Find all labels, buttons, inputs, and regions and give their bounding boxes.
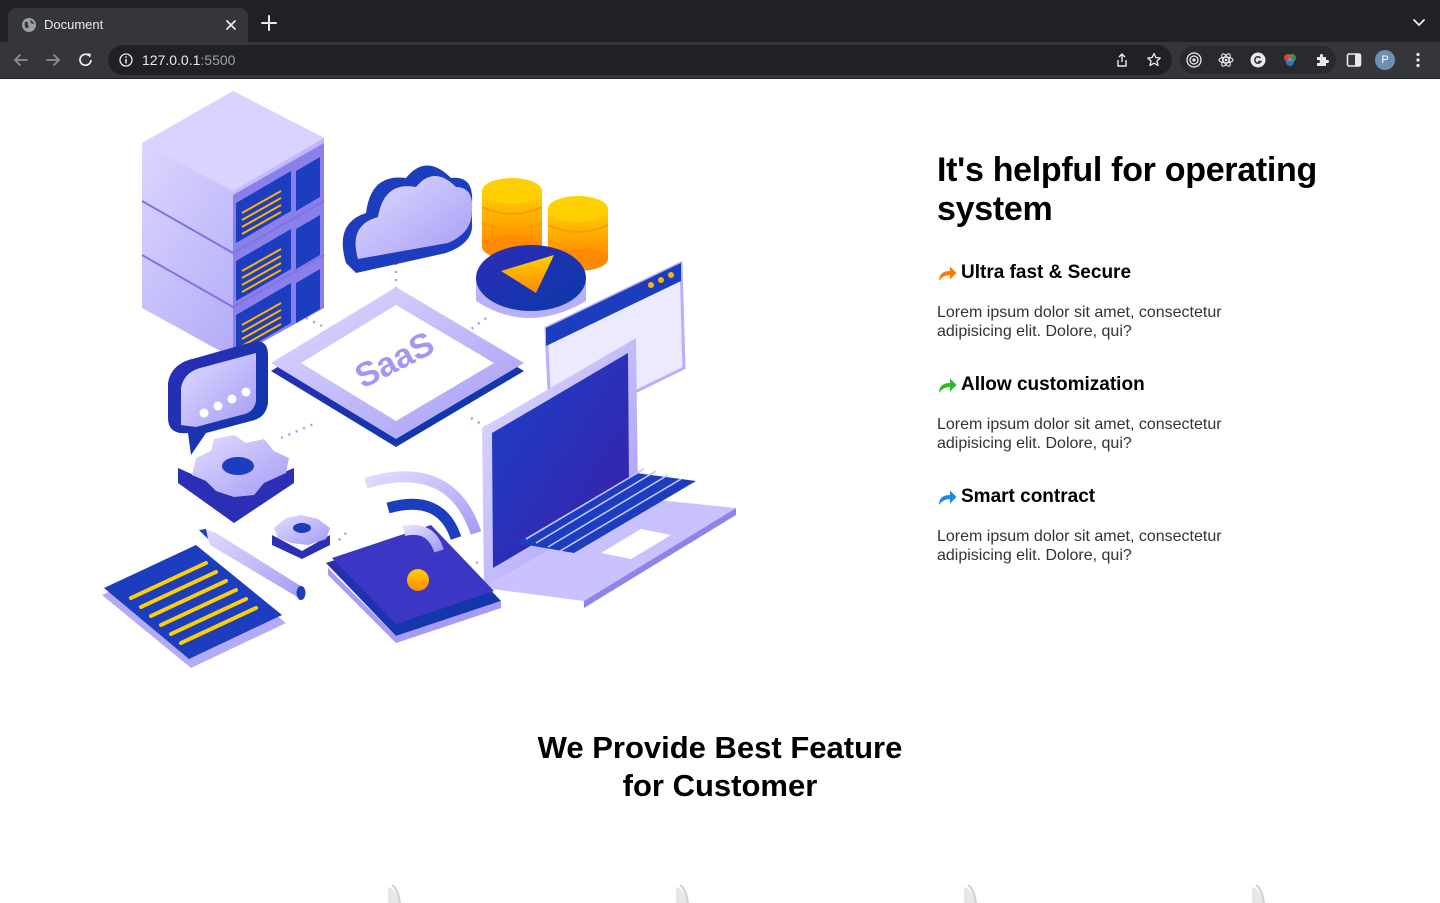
feature-item-ultra-fast: Ultra fast & Secure Lorem ipsum dolor si… [937,261,1337,341]
feature-heading: Ultra fast & Secure [937,261,1337,285]
feature-description: Lorem ipsum dolor sit amet, consectetur … [937,416,1222,452]
feature-item-customization: Allow customization Lorem ipsum dolor si… [937,373,1337,453]
feature-card-edge [388,884,401,903]
feature-title: Ultra fast & Secure [961,262,1132,283]
info-panel: It's helpful for operating system Ultra … [937,151,1337,565]
grammar-extension-icon[interactable] [1250,52,1266,68]
url-host: 127.0.0.1 [142,52,201,68]
reload-icon[interactable] [77,51,95,69]
forward-arrow-icon[interactable] [44,51,62,69]
color-picker-icon[interactable] [1282,52,1298,68]
info-icon[interactable] [119,53,133,67]
plus-icon[interactable] [260,14,278,32]
feature-card-edge [1252,884,1265,903]
curved-arrow-icon [939,266,957,281]
feature-description: Lorem ipsum dolor sit amet, consectetur … [937,528,1222,564]
feature-heading: Allow customization [937,373,1337,397]
feature-heading: Smart contract [937,485,1337,509]
address-bar[interactable]: 127.0.0.1:5500 [108,45,1172,75]
feature-item-smart-contract: Smart contract Lorem ipsum dolor sit ame… [937,485,1337,565]
feature-title: Allow customization [961,374,1145,395]
feature-card-edge [676,884,689,903]
puzzle-icon[interactable] [1314,52,1330,68]
avatar[interactable]: P [1375,50,1395,70]
back-arrow-icon[interactable] [12,51,30,69]
browser-toolbar: 127.0.0.1:5500 P [0,42,1440,79]
side-panel-icon[interactable] [1345,51,1363,69]
feature-card-edge [964,884,977,903]
feature-description: Lorem ipsum dolor sit amet, consectetur … [937,304,1222,340]
url-port: :5500 [200,52,236,68]
section-title-line-2: for Customer [622,768,818,803]
curved-arrow-icon [939,378,957,393]
tab-title: Document [44,17,104,32]
globe-icon [22,18,36,32]
url-text: 127.0.0.1:5500 [142,52,235,68]
kebab-menu-icon[interactable] [1409,51,1427,69]
page-content: SaaS It's helpful for operating system U… [0,79,1440,903]
curved-arrow-icon [939,490,957,505]
section-title: We Provide Best Feature for Customer [0,729,1440,805]
section-title-line-1: We Provide Best Feature [537,730,903,765]
star-icon[interactable] [1146,52,1162,68]
saas-isometric-illustration: SaaS [102,91,736,668]
browser-tab[interactable]: Document [8,8,248,42]
close-icon[interactable] [222,16,240,34]
share-icon[interactable] [1114,52,1130,68]
feature-title: Smart contract [961,486,1096,507]
chevron-down-icon[interactable] [1412,16,1426,30]
record-extension-icon[interactable] [1186,52,1202,68]
browser-tab-strip: Document [0,0,1440,42]
react-devtools-icon[interactable] [1218,52,1234,68]
extensions-group [1180,46,1336,74]
info-heading: It's helpful for operating system [937,151,1317,228]
